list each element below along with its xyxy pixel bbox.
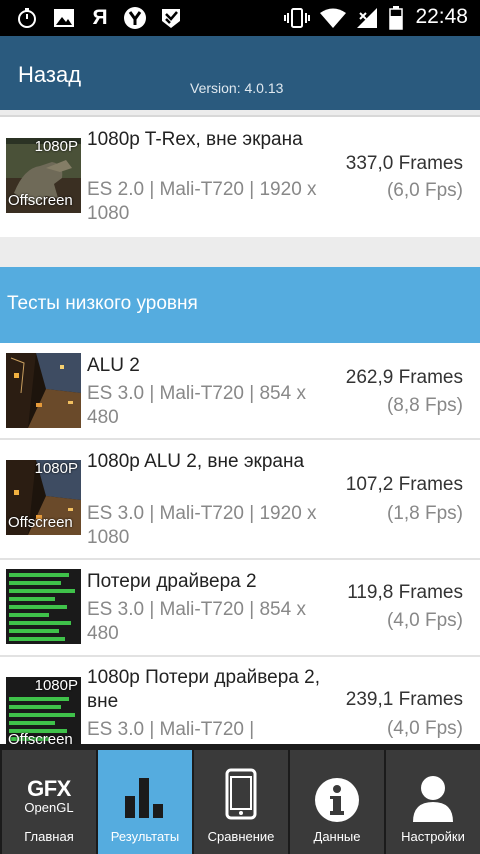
nav-home[interactable]: GFX OpenGL Главная [2,750,96,854]
badge-1080p: 1080P [34,460,78,477]
test-name: Потери драйвера 2 [87,571,257,592]
nav-results[interactable]: Результаты [98,750,192,854]
back-button[interactable]: Назад [18,62,81,88]
info-icon [290,776,384,824]
test-frames: 239,1 Frames [345,689,463,710]
badge-1080p: 1080P [34,138,78,155]
status-bar: Я 22:48 [0,0,480,36]
test-name: ALU 2 [87,355,140,376]
nav-compare[interactable]: Сравнение [194,750,288,854]
alu2-offscreen-thumbnail: 1080P Offscreen [6,460,81,535]
gfx-logo-text: GFX [27,776,71,801]
test-frames: 107,2 Frames [345,474,463,495]
test-details: ES 3.0 | Mali-T720 | [87,719,255,740]
stopwatch-icon [14,6,40,30]
test-fps: (4,0 Fps) [386,718,463,739]
test-frames: 119,8 Frames [347,582,463,603]
test-frames: 337,0 Frames [345,153,463,174]
yandex-icon: Я [92,6,108,29]
result-row-alu2-offscreen[interactable]: 1080P Offscreen 1080p ALU 2, вне экрана … [0,440,480,558]
result-row-alu2[interactable]: ALU 2 ES 3.0 | Mali-T720 | 854 x 480 262… [0,343,480,438]
bar-chart-icon [98,772,192,820]
badge-offscreen: Offscreen [8,192,73,209]
driver-overhead-offscreen-thumbnail: 1080P Offscreen [6,677,81,744]
nav-data[interactable]: Данные [290,750,384,854]
test-frames: 262,9 Frames [345,367,463,388]
result-row-trex-offscreen[interactable]: 1080P Offscreen 1080p T-Rex, вне экрана … [0,117,480,237]
nav-label: Данные [313,829,361,844]
version-label: Version: 4.0.13 [190,80,284,96]
gfx-opengl-logo: GFX OpenGL [2,776,96,816]
test-name: 1080p T-Rex, вне экрана [87,129,303,150]
badge-1080p: 1080P [34,677,78,694]
wifi-icon [318,6,348,30]
trex-thumbnail: 1080P Offscreen [6,138,81,213]
test-details: ES 3.0 | Mali-T720 | 1920 x 1080 [87,503,317,548]
section-title: Тесты низкого уровня [7,293,198,314]
results-list[interactable]: 1080P Offscreen 1080p T-Rex, вне экрана … [0,110,480,744]
driver-overhead-thumbnail [6,569,81,644]
test-details: ES 2.0 | Mali-T720 | 1920 x 1080 [87,179,317,224]
test-fps: (1,8 Fps) [386,503,463,524]
phone-icon [194,768,288,820]
section-header-low-level: Тесты низкого уровня [0,267,480,343]
alu2-thumbnail [6,353,81,428]
signal-icon [354,6,380,30]
test-name: 1080p ALU 2, вне экрана [87,451,305,472]
test-details: ES 3.0 | Mali-T720 | 854 x 480 [87,599,306,644]
image-icon [52,6,76,30]
user-icon [386,774,480,824]
nav-settings[interactable]: Настройки [386,750,480,854]
app-header: Назад Version: 4.0.13 [0,36,480,110]
test-fps: (6,0 Fps) [386,180,463,201]
result-row-driver-overhead2[interactable]: Потери драйвера 2 ES 3.0 | Mali-T720 | 8… [0,560,480,655]
badge-offscreen: Offscreen [8,514,73,531]
test-fps: (8,8 Fps) [386,395,463,416]
battery-icon [388,6,404,30]
test-fps: (4,0 Fps) [386,610,463,631]
nav-label: Настройки [401,829,465,844]
bottom-navigation: GFX OpenGL Главная Результаты Сравнение [0,744,480,854]
test-details: ES 3.0 | Mali-T720 | 854 x 480 [87,383,306,428]
nav-label: Сравнение [207,829,275,844]
test-name: 1080p Потери драйвера 2, вне [87,667,320,712]
badge-offscreen: Offscreen [8,731,73,744]
vibrate-icon [284,6,310,30]
opengl-logo-text: OpenGL [24,800,74,815]
status-time: 22:48 [415,5,468,28]
yandex-browser-icon [122,6,148,30]
nav-label: Главная [24,829,74,844]
nav-label: Результаты [110,829,180,844]
check-badge-icon [158,6,184,30]
result-row-driver-overhead2-offscreen[interactable]: 1080P Offscreen 1080p Потери драйвера 2,… [0,657,480,744]
